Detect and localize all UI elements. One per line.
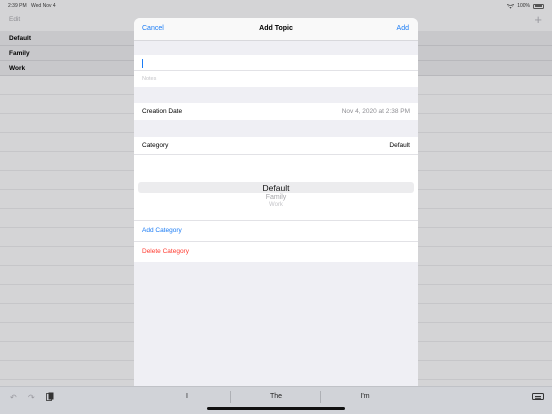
suggestion-item[interactable]: The [256, 393, 296, 400]
picker-option[interactable]: Work [134, 202, 418, 208]
category-picker[interactable]: Default Family Work [134, 155, 418, 221]
topic-name-field[interactable] [134, 55, 418, 71]
add-button[interactable]: Add [397, 25, 409, 32]
text-cursor [142, 59, 143, 68]
paste-icon[interactable] [46, 392, 54, 401]
add-category-button[interactable]: Add Category [142, 227, 182, 234]
delete-category-row[interactable]: Delete Category [134, 242, 418, 262]
battery-percent: 100% [517, 3, 530, 9]
notes-placeholder: Notes [142, 76, 157, 82]
category-row[interactable]: Category Default [134, 137, 418, 155]
sheet-nav-bar: Cancel Add Topic Add [134, 18, 418, 41]
status-time: 2:39 PM Wed Nov 4 [8, 3, 56, 9]
undo-icon[interactable]: ↶ [10, 393, 17, 402]
suggestion-item[interactable]: I [167, 393, 207, 400]
battery-icon [533, 3, 544, 9]
suggestion-separator [320, 391, 321, 403]
creation-date-row[interactable]: Creation Date Nov 4, 2020 at 2:38 PM [134, 103, 418, 120]
category-value: Default [389, 142, 410, 149]
status-date-text: Wed Nov 4 [31, 3, 56, 9]
delete-category-button[interactable]: Delete Category [142, 248, 189, 255]
keyboard-dismiss-icon[interactable] [532, 393, 544, 400]
add-category-row[interactable]: Add Category [134, 221, 418, 242]
creation-date-group: Creation Date Nov 4, 2020 at 2:38 PM [134, 103, 418, 120]
wifi-icon [507, 3, 515, 9]
picker-option-selected[interactable]: Default [134, 183, 418, 193]
notes-field[interactable]: Notes [134, 71, 418, 87]
creation-date-label: Creation Date [142, 108, 183, 115]
picker-option[interactable]: Family [134, 194, 418, 201]
suggestion-item[interactable]: I'm [345, 393, 385, 400]
home-indicator[interactable] [207, 407, 345, 410]
redo-icon[interactable]: ↷ [28, 393, 35, 402]
status-right: 100% [507, 3, 544, 9]
category-group: Category Default Default Family Work Add… [134, 137, 418, 262]
add-topic-sheet: Cancel Add Topic Add Notes Creation Date… [134, 18, 418, 390]
creation-date-value[interactable]: Nov 4, 2020 at 2:38 PM [342, 108, 410, 115]
status-bar: 2:39 PM Wed Nov 4 100% [0, 0, 552, 10]
edit-button[interactable]: Edit [9, 16, 20, 23]
sheet-title: Add Topic [259, 25, 293, 32]
plus-icon[interactable]: + [534, 12, 542, 27]
status-time-text: 2:39 PM [8, 3, 27, 9]
category-label: Category [142, 142, 169, 149]
suggestion-separator [230, 391, 231, 403]
topic-input-group: Notes [134, 55, 418, 87]
